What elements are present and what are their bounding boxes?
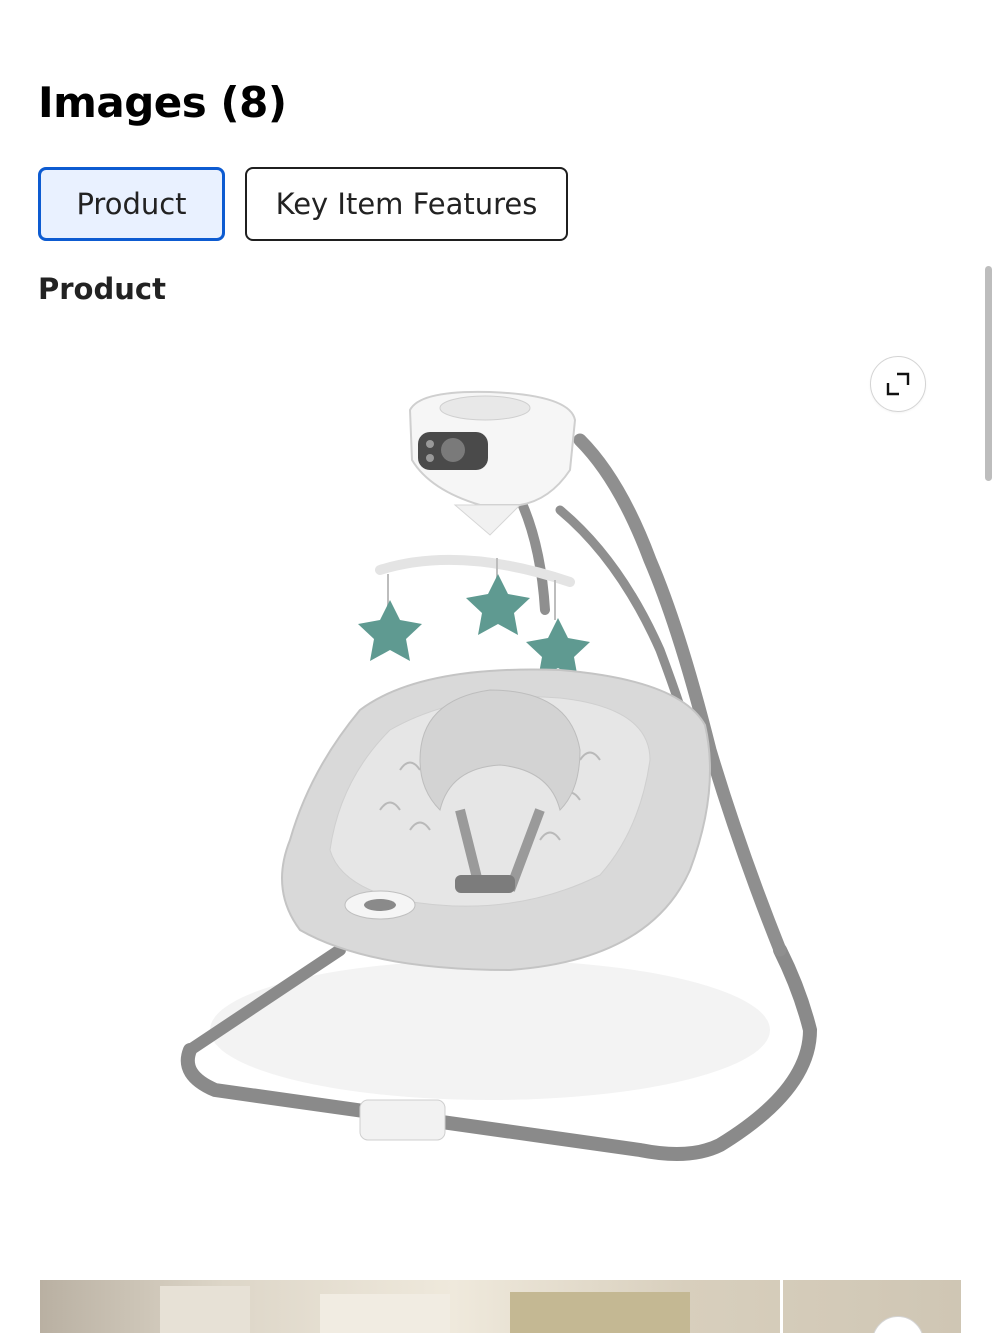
image-region (320, 1294, 450, 1333)
expand-image-button[interactable] (870, 356, 926, 412)
images-page: Images (8) Product Key Item Features Pro… (0, 0, 1000, 1333)
baby-swing-illustration (180, 390, 818, 1161)
page-title: Images (8) (38, 78, 287, 127)
tab-key-item-features[interactable]: Key Item Features (245, 167, 568, 241)
product-image[interactable] (40, 330, 960, 1230)
image-region (160, 1286, 250, 1333)
image-region (510, 1292, 690, 1333)
image-tabs: Product Key Item Features (38, 167, 568, 241)
product-image-2[interactable] (40, 1280, 961, 1333)
scrollbar[interactable] (985, 266, 992, 481)
tab-product[interactable]: Product (38, 167, 225, 241)
image-region (780, 1280, 783, 1333)
section-heading: Product (38, 272, 166, 306)
expand-icon (886, 372, 910, 396)
